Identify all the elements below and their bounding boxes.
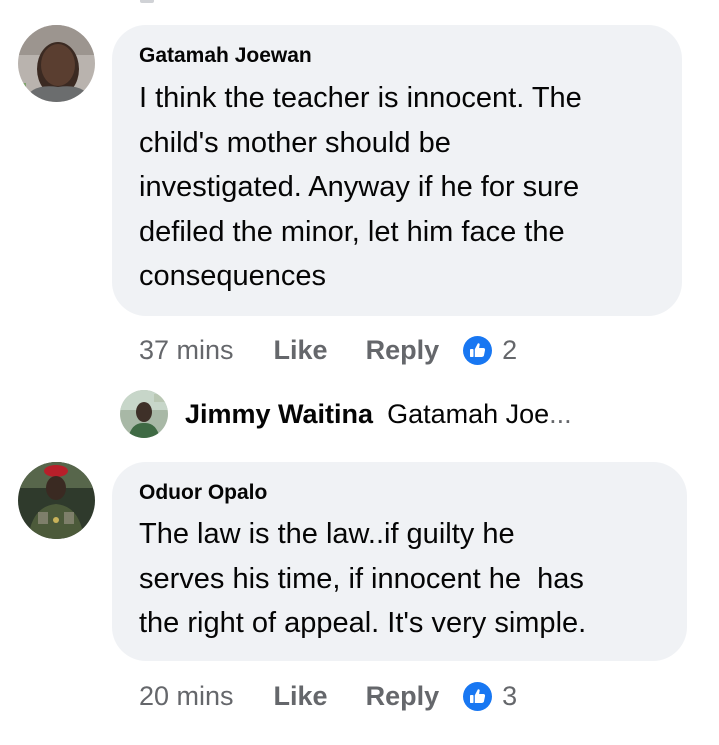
previous-comment-edge	[140, 0, 154, 3]
reply-preview[interactable]: Jimmy Waitina Gatamah Joe ...	[185, 394, 572, 434]
reply-button[interactable]: Reply	[366, 335, 440, 366]
avatar[interactable]	[120, 390, 168, 438]
comment-author[interactable]: Oduor Opalo	[139, 481, 267, 505]
reaction-count[interactable]: 2	[502, 335, 517, 366]
comment-text-line: I think the teacher is innocent. The	[139, 82, 582, 114]
comment-text-line: serves his time, if innocent he has	[139, 562, 584, 595]
comment-meta: 37 mins Like Reply 2	[139, 330, 517, 370]
reply-author[interactable]: Jimmy Waitina	[185, 399, 373, 430]
comment-text-line: The law is the law..if guilty he	[139, 518, 515, 550]
comment-text: I think the teacher is innocent. The chi…	[139, 76, 582, 299]
comment-text: The law is the law..if guilty he serves …	[139, 512, 586, 646]
reaction-count[interactable]: 3	[502, 681, 517, 712]
comment-timestamp[interactable]: 37 mins	[139, 335, 234, 366]
avatar[interactable]	[18, 25, 95, 102]
comment-text-line: investigated. Anyway if he for sure	[139, 171, 580, 203]
comment-author[interactable]: Gatamah Joewan	[139, 44, 312, 68]
reply-button[interactable]: Reply	[366, 681, 440, 712]
comment-text-line: child's mother should be	[139, 126, 451, 159]
like-thumb-icon[interactable]	[463, 335, 493, 365]
comment-timestamp[interactable]: 20 mins	[139, 681, 234, 712]
comment-text-line: consequences	[139, 260, 327, 292]
reply-snippet: Gatamah Joe	[387, 398, 550, 429]
comment-text-line: defiled the minor, let him face the	[139, 215, 565, 248]
comment-meta: 20 mins Like Reply 3	[139, 676, 517, 716]
like-button[interactable]: Like	[274, 681, 328, 712]
like-thumb-icon[interactable]	[463, 681, 493, 711]
avatar[interactable]	[18, 462, 95, 539]
reply-ellipsis: ...	[549, 398, 572, 429]
comment-text-line: the right of appeal. It's very simple.	[139, 607, 587, 639]
like-button[interactable]: Like	[274, 335, 328, 366]
